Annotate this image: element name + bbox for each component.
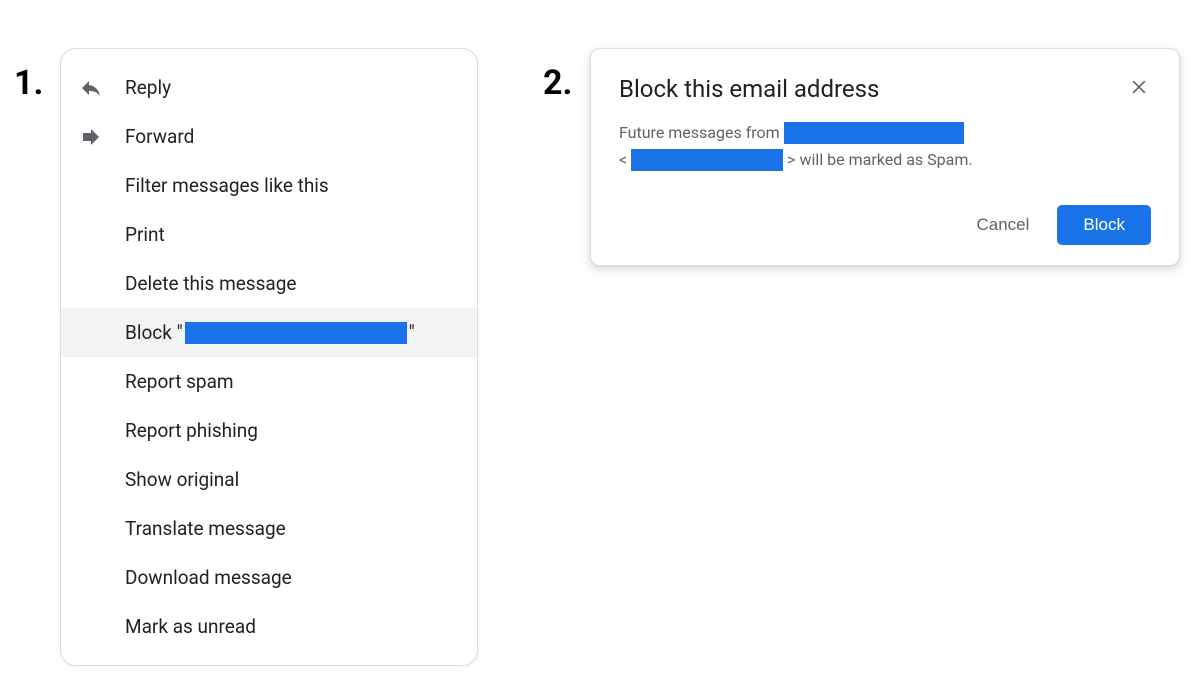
- menu-item-label: Download message: [125, 566, 292, 589]
- body-text-suffix: will be marked as Spam.: [800, 146, 973, 173]
- menu-item-show-original[interactable]: Show original: [61, 455, 477, 504]
- menu-item-report-spam[interactable]: Report spam: [61, 357, 477, 406]
- menu-item-label: Filter messages like this: [125, 174, 329, 197]
- menu-item-block-sender[interactable]: Block " ": [61, 308, 477, 357]
- menu-item-print[interactable]: Print: [61, 210, 477, 259]
- menu-item-translate[interactable]: Translate message: [61, 504, 477, 553]
- cancel-button[interactable]: Cancel: [967, 207, 1040, 243]
- menu-item-label: Delete this message: [125, 272, 297, 295]
- menu-item-label: Translate message: [125, 517, 286, 540]
- angle-open: <: [619, 146, 627, 173]
- menu-item-label: Reply: [125, 76, 171, 99]
- menu-item-label: Print: [125, 223, 165, 246]
- block-sender-dialog: Block this email address Future messages…: [590, 48, 1180, 266]
- redacted-sender-name: [784, 122, 964, 144]
- step-number-1: 1.: [14, 63, 43, 103]
- menu-item-label: Report phishing: [125, 419, 258, 442]
- dialog-title: Block this email address: [619, 75, 879, 103]
- body-text-prefix: Future messages from: [619, 119, 780, 146]
- block-button[interactable]: Block: [1057, 205, 1151, 245]
- forward-icon: [79, 125, 125, 149]
- menu-item-filter[interactable]: Filter messages like this: [61, 161, 477, 210]
- menu-item-report-phishing[interactable]: Report phishing: [61, 406, 477, 455]
- menu-item-label: Show original: [125, 468, 239, 491]
- menu-item-label: Mark as unread: [125, 615, 256, 638]
- dialog-body: Future messages from < > will be marked …: [619, 119, 1151, 173]
- angle-close: >: [787, 146, 795, 173]
- label-suffix: ": [409, 321, 415, 344]
- menu-item-reply[interactable]: Reply: [61, 63, 477, 112]
- menu-item-forward[interactable]: Forward: [61, 112, 477, 161]
- menu-item-label: Forward: [125, 125, 194, 148]
- menu-item-delete[interactable]: Delete this message: [61, 259, 477, 308]
- dialog-actions: Cancel Block: [619, 205, 1151, 245]
- menu-item-download[interactable]: Download message: [61, 553, 477, 602]
- menu-item-label: Report spam: [125, 370, 234, 393]
- redacted-sender-name: [185, 322, 407, 344]
- message-context-menu: Reply Forward Filter messages like this …: [60, 48, 478, 666]
- reply-icon: [79, 76, 125, 100]
- menu-item-label: Block " ": [125, 321, 415, 344]
- menu-item-mark-unread[interactable]: Mark as unread: [61, 602, 477, 651]
- label-prefix: Block ": [125, 321, 183, 344]
- step-number-2: 2.: [543, 63, 572, 103]
- dialog-header: Block this email address: [619, 75, 1151, 103]
- redacted-sender-email: [631, 149, 783, 171]
- close-icon[interactable]: [1127, 75, 1151, 103]
